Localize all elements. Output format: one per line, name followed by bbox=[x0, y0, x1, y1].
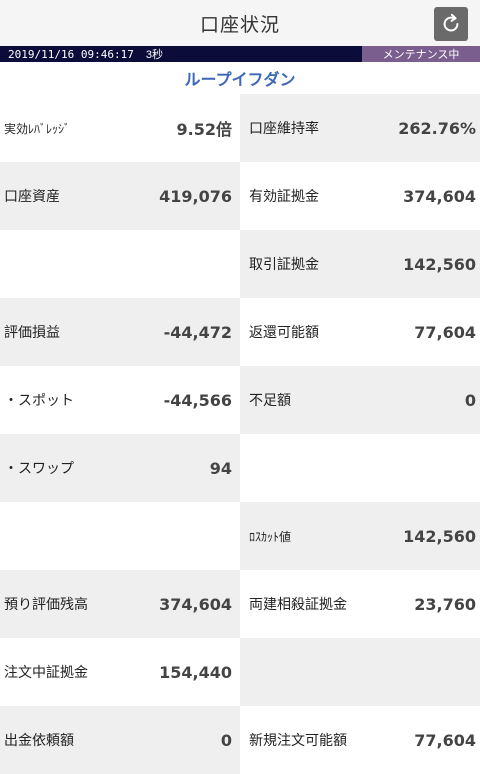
table-row: ・スワップ 94 bbox=[0, 434, 480, 502]
table-row: 取引証拠金 142,560 bbox=[0, 230, 480, 298]
pending-order-margin-cell: 注文中証拠金 154,440 bbox=[0, 638, 240, 706]
spot-pl-value: -44,566 bbox=[163, 390, 232, 410]
withdrawal-request-label: 出金依頼額 bbox=[4, 733, 74, 749]
returnable-amount-label: 返還可能額 bbox=[249, 325, 319, 341]
losscut-value-value: 142,560 bbox=[403, 526, 476, 546]
refresh-icon bbox=[443, 13, 459, 32]
swap-pl-label: ・スワップ bbox=[4, 461, 74, 477]
table-row: 預り評価残高 374,604 両建相殺証拠金 23,760 bbox=[0, 570, 480, 638]
page-title: 口座状況 bbox=[199, 13, 280, 36]
header-bar: 口座状況 bbox=[0, 0, 480, 46]
pending-order-margin-label: 注文中証拠金 bbox=[4, 665, 88, 681]
effective-leverage-cell: 実効ﾚﾊﾞﾚｯｼﾞ 9.52倍 bbox=[0, 94, 240, 162]
table-row: 注文中証拠金 154,440 bbox=[0, 638, 480, 706]
shortfall-label: 不足額 bbox=[249, 393, 291, 409]
account-assets-cell: 口座資産 419,076 bbox=[0, 162, 240, 230]
swap-pl-cell: ・スワップ 94 bbox=[0, 434, 240, 502]
maintenance-badge: メンテナンス中 bbox=[362, 46, 480, 62]
trading-margin-label: 取引証拠金 bbox=[249, 257, 319, 273]
swap-pl-value: 94 bbox=[209, 458, 232, 478]
table-row: ﾛｽｶｯﾄ値 142,560 bbox=[0, 502, 480, 570]
maintenance-ratio-label: 口座維持率 bbox=[249, 121, 319, 137]
spot-pl-label: ・スポット bbox=[4, 393, 74, 409]
account-summary-grid: 実効ﾚﾊﾞﾚｯｼﾞ 9.52倍 口座維持率 262.76% 口座資産 419,0… bbox=[0, 94, 480, 774]
hedge-offset-margin-cell: 両建相殺証拠金 23,760 bbox=[240, 570, 480, 638]
withdrawal-request-value: 0 bbox=[220, 730, 232, 750]
refresh-interval: 3秒 bbox=[145, 49, 163, 61]
hedge-offset-margin-label: 両建相殺証拠金 bbox=[249, 597, 347, 613]
effective-leverage-value: 9.52倍 bbox=[176, 120, 232, 139]
pending-order-margin-value: 154,440 bbox=[159, 662, 232, 682]
shortfall-cell: 不足額 0 bbox=[240, 366, 480, 434]
losscut-value-cell: ﾛｽｶｯﾄ値 142,560 bbox=[240, 502, 480, 570]
trading-margin-cell: 取引証拠金 142,560 bbox=[240, 230, 480, 298]
refresh-button[interactable] bbox=[434, 7, 468, 41]
hedge-offset-margin-value: 23,760 bbox=[414, 594, 476, 614]
deposit-valuation-label: 預り評価残高 bbox=[4, 597, 88, 613]
returnable-amount-cell: 返還可能額 77,604 bbox=[240, 298, 480, 366]
table-row: ・スポット -44,566 不足額 0 bbox=[0, 366, 480, 434]
unrealized-pl-value: -44,472 bbox=[163, 322, 232, 342]
status-bar: 2019/11/16 09:46:17 3秒 メンテナンス中 bbox=[0, 46, 480, 62]
losscut-value-label: ﾛｽｶｯﾄ値 bbox=[249, 529, 292, 544]
new-order-available-label: 新規注文可能額 bbox=[249, 733, 347, 749]
effective-leverage-label: 実効ﾚﾊﾞﾚｯｼﾞ bbox=[4, 121, 71, 136]
new-order-available-value: 77,604 bbox=[414, 730, 476, 750]
account-name: ループイフダン bbox=[184, 70, 296, 89]
effective-margin-label: 有効証拠金 bbox=[249, 189, 319, 205]
deposit-valuation-cell: 預り評価残高 374,604 bbox=[0, 570, 240, 638]
table-row: 口座資産 419,076 有効証拠金 374,604 bbox=[0, 162, 480, 230]
update-timestamp: 2019/11/16 09:46:17 bbox=[8, 47, 134, 61]
empty-cell bbox=[240, 434, 480, 502]
returnable-amount-value: 77,604 bbox=[414, 322, 476, 342]
empty-cell bbox=[0, 502, 240, 570]
table-row: 評価損益 -44,472 返還可能額 77,604 bbox=[0, 298, 480, 366]
account-assets-label: 口座資産 bbox=[4, 189, 60, 205]
effective-margin-value: 374,604 bbox=[403, 186, 476, 206]
trading-margin-value: 142,560 bbox=[403, 254, 476, 274]
shortfall-value: 0 bbox=[464, 390, 476, 410]
unrealized-pl-cell: 評価損益 -44,472 bbox=[0, 298, 240, 366]
empty-cell bbox=[240, 638, 480, 706]
unrealized-pl-label: 評価損益 bbox=[4, 325, 60, 341]
table-row: 実効ﾚﾊﾞﾚｯｼﾞ 9.52倍 口座維持率 262.76% bbox=[0, 94, 480, 162]
maintenance-ratio-value: 262.76% bbox=[398, 118, 476, 138]
effective-margin-cell: 有効証拠金 374,604 bbox=[240, 162, 480, 230]
empty-cell bbox=[0, 230, 240, 298]
spot-pl-cell: ・スポット -44,566 bbox=[0, 366, 240, 434]
deposit-valuation-value: 374,604 bbox=[159, 594, 232, 614]
account-assets-value: 419,076 bbox=[159, 186, 232, 206]
maintenance-ratio-cell: 口座維持率 262.76% bbox=[240, 94, 480, 162]
